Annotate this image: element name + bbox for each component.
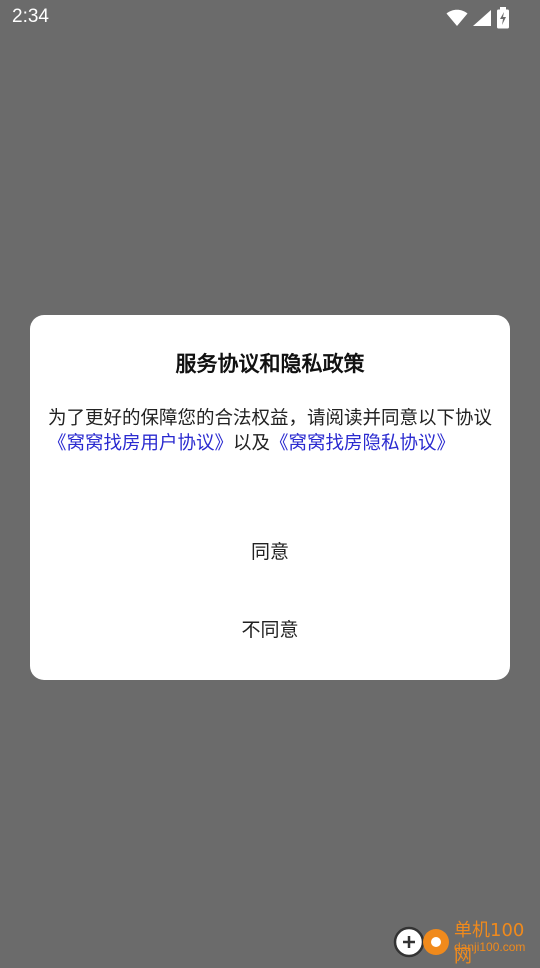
user-agreement-link[interactable]: 《窝窝找房用户协议》 <box>48 433 233 454</box>
dialog-title: 服务协议和隐私政策 <box>175 352 365 376</box>
battery-charging-icon <box>497 7 509 29</box>
disagree-button[interactable]: 不同意 <box>30 610 510 650</box>
cellular-signal-icon <box>473 10 491 26</box>
watermark-domain: danji100.com <box>454 940 526 954</box>
dialog-message: 为了更好的保障您的合法权益，请阅读并同意以下协议 《窝窝找房用户协议》以及《窝窝… <box>48 406 496 456</box>
dialog-body-text: 为了更好的保障您的合法权益，请阅读并同意以下协议 <box>48 408 493 429</box>
agreement-dialog: 服务协议和隐私政策 为了更好的保障您的合法权益，请阅读并同意以下协议 《窝窝找房… <box>30 315 510 680</box>
status-time: 2:34 <box>12 6 49 27</box>
watermark-logo-icon <box>393 926 449 958</box>
status-bar: 2:34 <box>0 0 540 36</box>
privacy-policy-link[interactable]: 《窝窝找房隐私协议》 <box>270 433 455 454</box>
agree-button[interactable]: 同意 <box>30 532 510 572</box>
status-icons <box>446 7 510 29</box>
connector-text: 以及 <box>233 433 271 454</box>
watermark: 单机100网 danji100.com <box>392 914 540 967</box>
wifi-icon <box>446 9 468 26</box>
